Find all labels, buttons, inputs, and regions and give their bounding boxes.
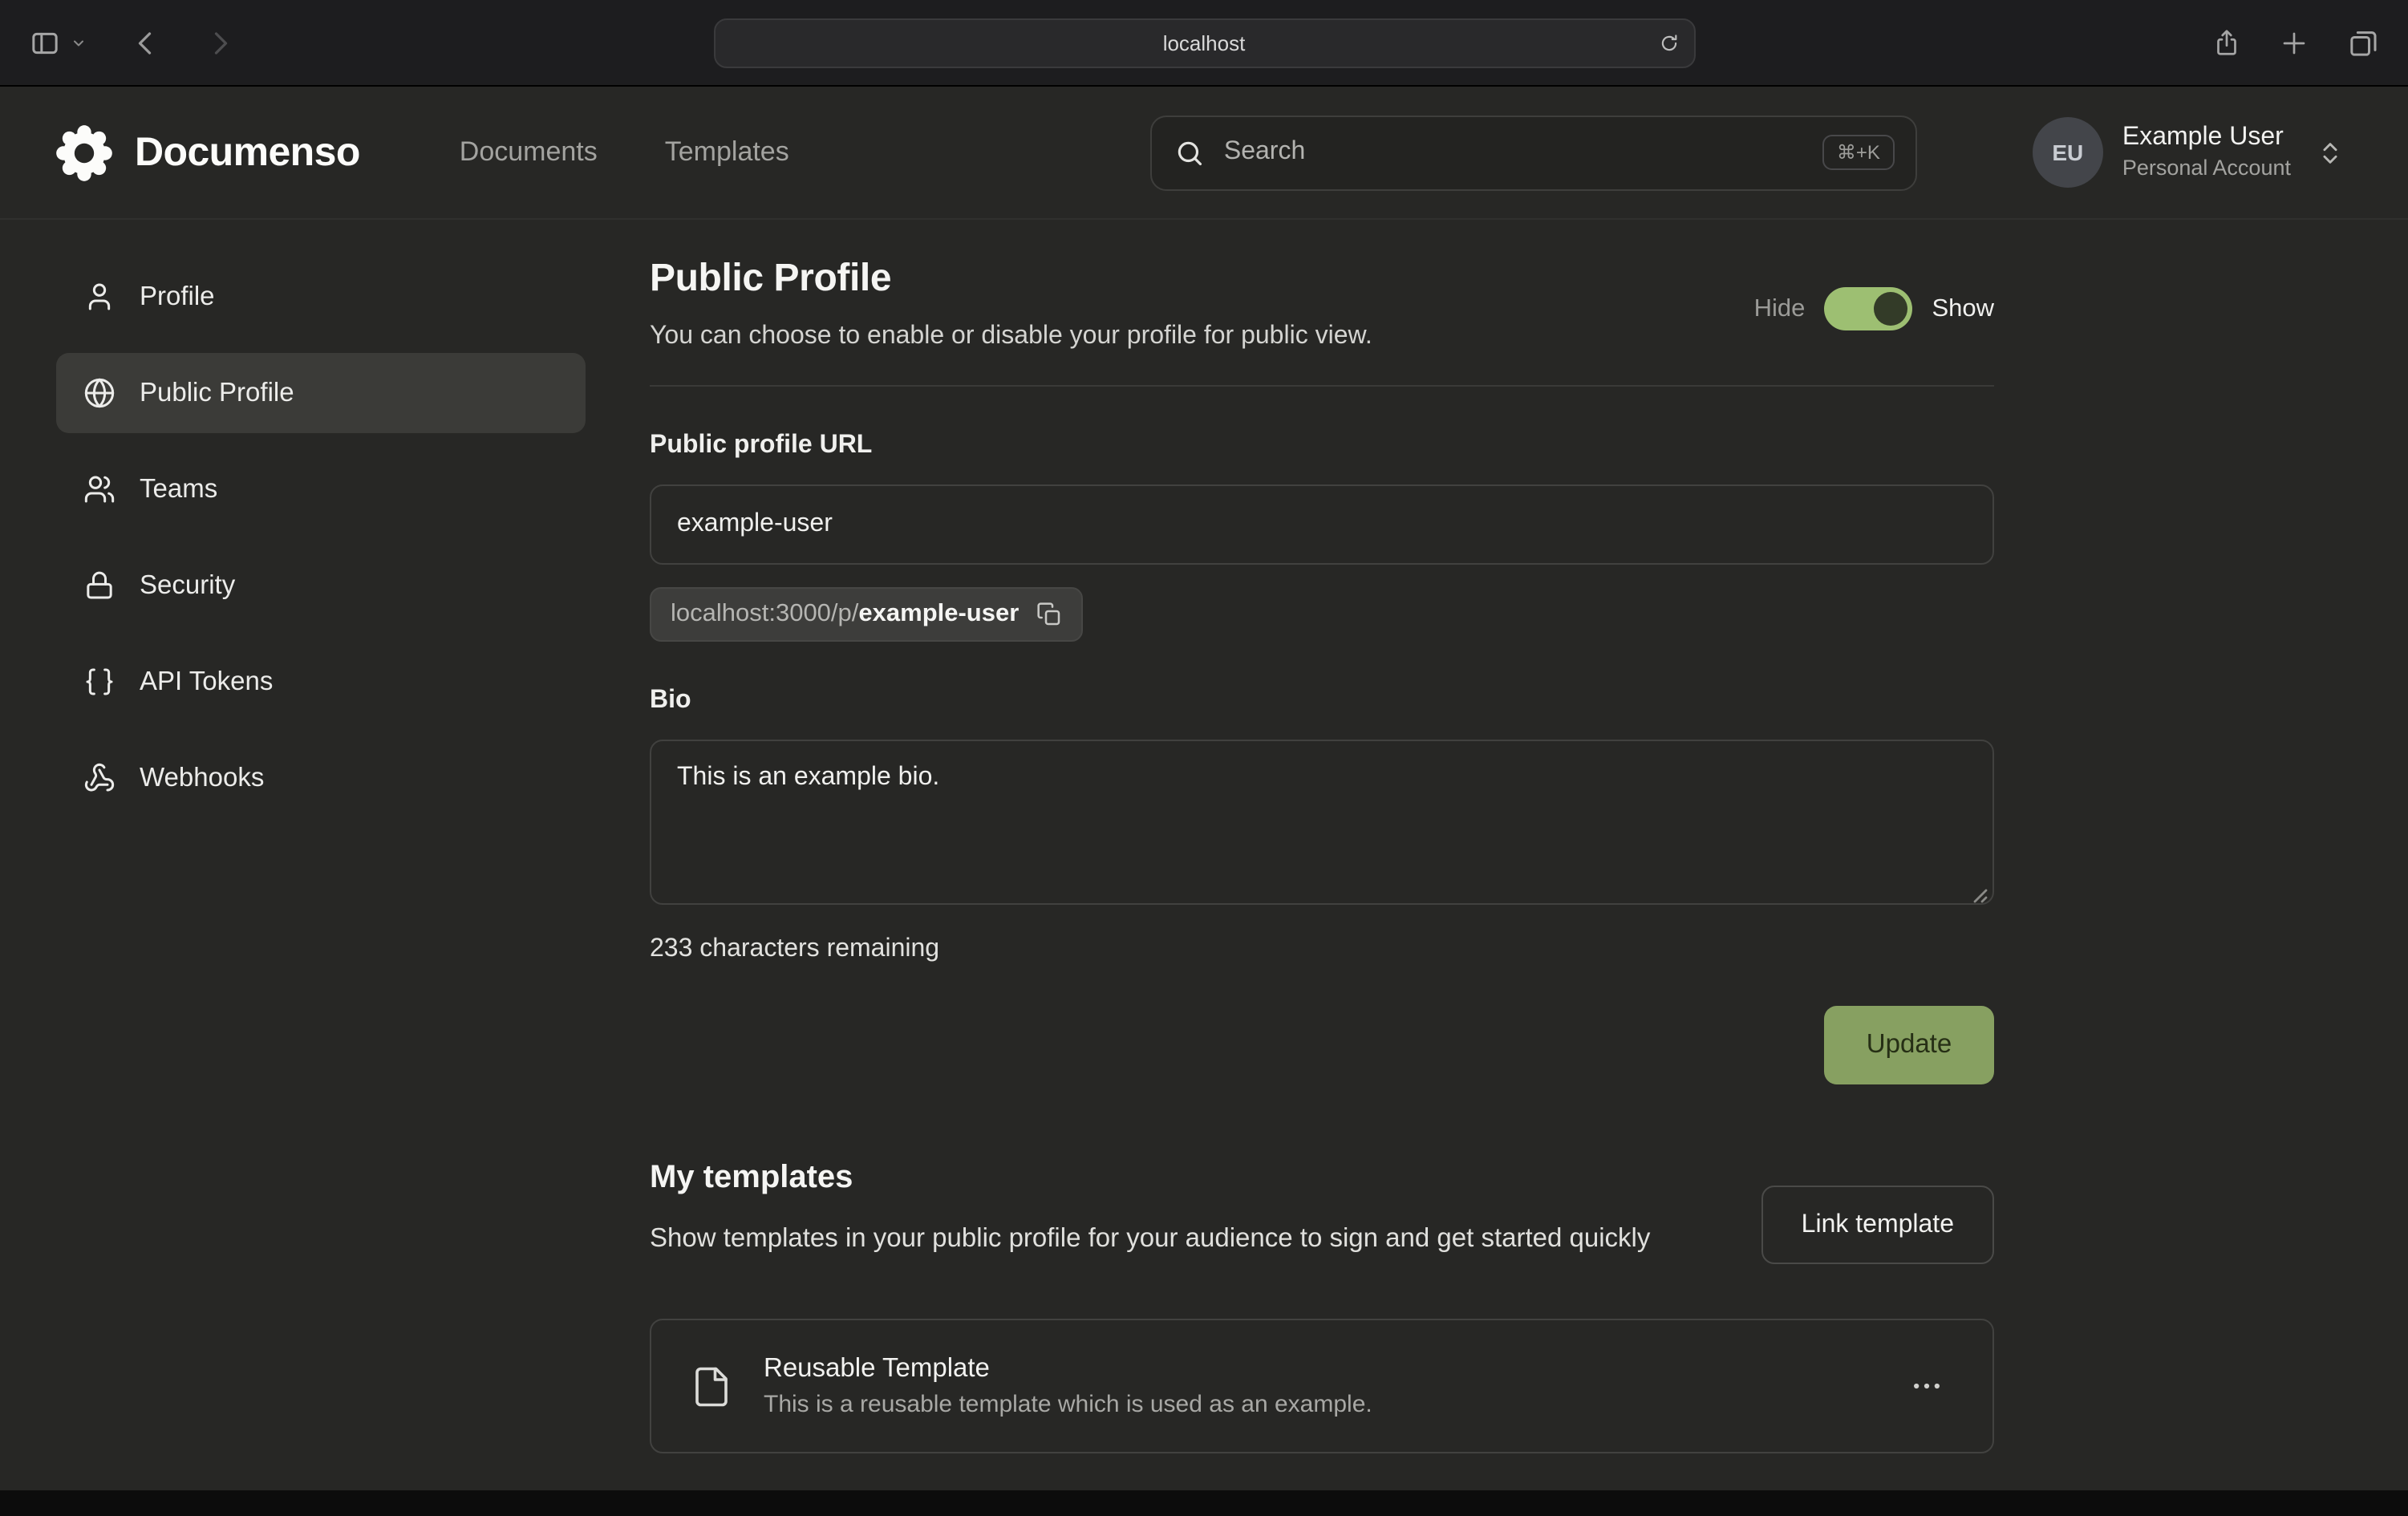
url-text: localhost <box>1163 30 1246 55</box>
settings-sidebar: Profile Public Profile Teams <box>56 257 586 1490</box>
template-name: Reusable Template <box>764 1354 1372 1384</box>
sidebar-item-api-tokens[interactable]: API Tokens <box>56 642 586 722</box>
public-url-pill[interactable]: localhost:3000/p/example-user <box>650 587 1083 642</box>
sidebar-item-label: Teams <box>140 474 217 505</box>
search-box[interactable]: ⌘+K <box>1150 115 1917 190</box>
brand[interactable]: Documenso <box>55 123 360 182</box>
bio-field-wrap: This is an example bio. <box>650 740 1994 913</box>
search-shortcut-badge: ⌘+K <box>1822 135 1895 170</box>
characters-remaining: 233 characters remaining <box>650 935 1994 964</box>
templates-title: My templates <box>650 1160 1650 1197</box>
user-icon <box>83 281 116 313</box>
sidebar-item-label: API Tokens <box>140 667 273 697</box>
brand-name: Documenso <box>135 129 360 176</box>
account-text: Example User Personal Account <box>2122 122 2291 183</box>
sidebar-item-security[interactable]: Security <box>56 545 586 626</box>
profile-visibility-toggle[interactable] <box>1824 287 1912 330</box>
search-icon <box>1174 137 1205 168</box>
browser-nav-controls <box>29 26 234 59</box>
account-type: Personal Account <box>2122 154 2291 183</box>
braces-icon <box>83 666 116 698</box>
toggle-show-label: Show <box>1932 294 1994 323</box>
nav-documents[interactable]: Documents <box>460 136 598 168</box>
browser-actions <box>2212 26 2379 59</box>
account-name: Example User <box>2122 122 2291 154</box>
new-tab-icon[interactable] <box>2280 28 2309 57</box>
reload-icon[interactable] <box>1658 32 1679 53</box>
browser-chrome: localhost <box>0 0 2408 87</box>
page-heading-block: Public Profile You can choose to enable … <box>650 257 1372 351</box>
sidebar-item-teams[interactable]: Teams <box>56 449 586 529</box>
sidebar-toggle-icon[interactable] <box>29 26 61 59</box>
templates-heading-block: My templates Show templates in your publ… <box>650 1160 1650 1259</box>
search-input[interactable] <box>1224 138 1803 167</box>
template-card: Reusable Template This is a reusable tem… <box>650 1319 1994 1453</box>
template-description: This is a reusable template which is use… <box>764 1391 1372 1418</box>
sidebar-item-label: Public Profile <box>140 378 294 408</box>
sidebar-item-profile[interactable]: Profile <box>56 257 586 337</box>
app-header: Documenso Documents Templates ⌘+K EU Exa… <box>0 87 2408 220</box>
link-template-button[interactable]: Link template <box>1761 1186 1994 1264</box>
lock-icon <box>83 570 116 602</box>
share-icon[interactable] <box>2212 27 2241 58</box>
bottom-strip <box>0 1490 2408 1516</box>
screen: localhost <box>0 0 2408 1516</box>
tabs-overview-icon[interactable] <box>2347 26 2379 59</box>
address-bar[interactable]: localhost <box>713 18 1695 67</box>
chevron-down-icon[interactable] <box>71 34 87 51</box>
sidebar-item-public-profile[interactable]: Public Profile <box>56 353 586 433</box>
page-title: Public Profile <box>650 257 1372 302</box>
app: Documenso Documents Templates ⌘+K EU Exa… <box>0 87 2408 1516</box>
profile-url-label: Public profile URL <box>650 432 1994 460</box>
bio-label: Bio <box>650 687 1994 715</box>
chevrons-up-down-icon <box>2317 139 2344 166</box>
main-content: Public Profile You can choose to enable … <box>650 257 1994 1490</box>
update-button[interactable]: Update <box>1824 1006 1994 1084</box>
app-body: Profile Public Profile Teams <box>0 220 2408 1490</box>
profile-url-input[interactable] <box>650 484 1994 565</box>
divider <box>650 385 1994 387</box>
sidebar-item-webhooks[interactable]: Webhooks <box>56 738 586 818</box>
file-icon <box>690 1364 733 1408</box>
back-icon[interactable] <box>132 28 160 57</box>
main-nav: Documents Templates <box>460 136 789 168</box>
avatar: EU <box>2033 117 2103 188</box>
bio-textarea[interactable]: This is an example bio. <box>650 740 1994 905</box>
public-url-text: localhost:3000/p/example-user <box>671 600 1019 629</box>
account-menu[interactable]: EU Example User Personal Account <box>2033 117 2344 188</box>
toggle-hide-label: Hide <box>1754 294 1806 323</box>
page-subtitle: You can choose to enable or disable your… <box>650 322 1372 351</box>
forward-icon[interactable] <box>205 28 234 57</box>
copy-icon[interactable] <box>1036 602 1062 627</box>
toggle-knob <box>1874 292 1907 326</box>
templates-description: Show templates in your public profile fo… <box>650 1219 1650 1259</box>
globe-icon <box>83 377 116 409</box>
visibility-toggle-row: Hide Show <box>1754 287 1994 330</box>
sidebar-item-label: Security <box>140 570 235 601</box>
webhook-icon <box>83 762 116 794</box>
sidebar-item-label: Webhooks <box>140 763 264 793</box>
nav-templates[interactable]: Templates <box>665 136 789 168</box>
documenso-logo-icon <box>55 123 114 182</box>
template-menu-button[interactable] <box>1899 1359 1954 1413</box>
my-templates-section: My templates Show templates in your publ… <box>650 1160 1994 1453</box>
sidebar-item-label: Profile <box>140 282 215 312</box>
users-icon <box>83 473 116 505</box>
template-card-text: Reusable Template This is a reusable tem… <box>764 1354 1372 1418</box>
